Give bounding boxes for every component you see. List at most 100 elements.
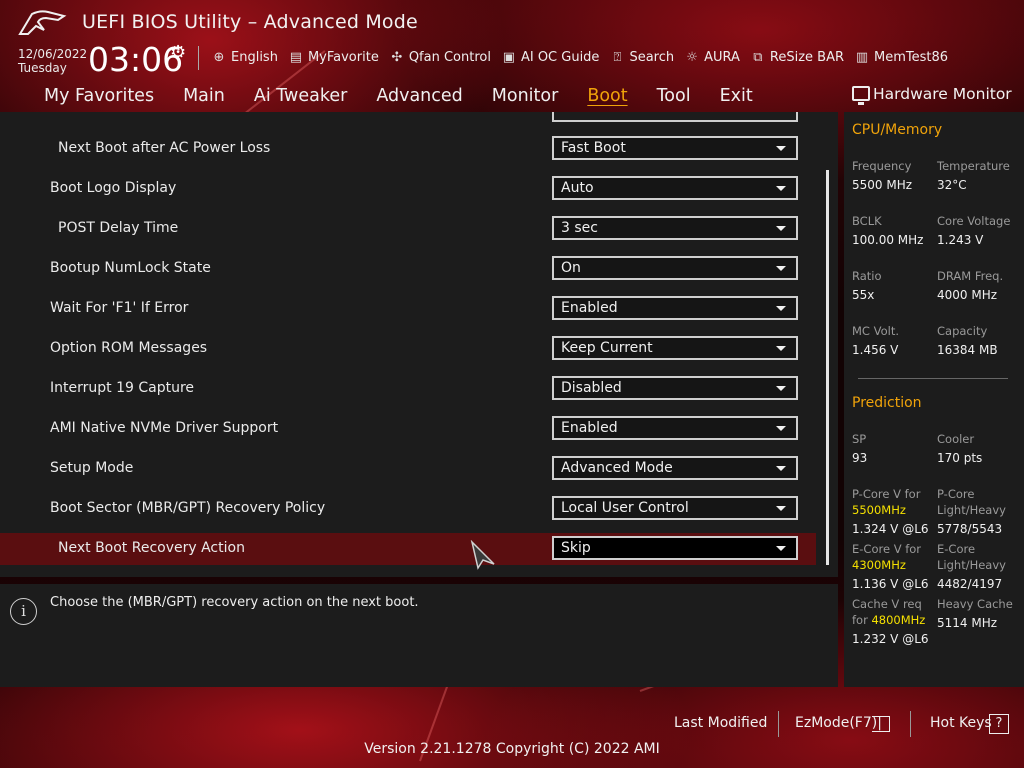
setting-dropdown[interactable]: Fast Boot [552, 136, 798, 160]
dram-freq-label: DRAM Freq. [937, 269, 1004, 283]
help-text: Choose the (MBR/GPT) recovery action on … [50, 595, 419, 610]
setting-dropdown[interactable]: Enabled [552, 296, 798, 320]
tool-memtest86[interactable]: ▥ MemTest86 [853, 46, 948, 68]
ratio-label: Ratio [852, 269, 882, 283]
ecore-lh-label-2: Light/Heavy [937, 558, 1006, 572]
setting-row[interactable]: Next Boot after AC Power Loss Fast Boot [0, 133, 816, 165]
tab-boot[interactable]: Boot [587, 82, 627, 112]
dropdown-value: Enabled [561, 420, 618, 436]
ecore-v-label: E-Core V for [852, 542, 922, 556]
setting-dropdown[interactable]: Keep Current [552, 336, 798, 360]
setting-dropdown[interactable]: Auto [552, 176, 798, 200]
dropdown-value: Auto [561, 180, 594, 196]
tool-resize-bar[interactable]: ⧉ ReSize BAR [749, 46, 844, 68]
pcore-v-value: 1.324 V @L6 [852, 522, 929, 536]
scrollbar[interactable] [826, 170, 829, 565]
gear-icon[interactable]: ⚙ [170, 42, 186, 63]
cache-v-value: 1.232 V @L6 [852, 632, 929, 646]
cache-v-for-text: for [852, 613, 868, 627]
partial-dropdown[interactable] [552, 112, 798, 122]
core-voltage-label: Core Voltage [937, 214, 1011, 228]
tab-main[interactable]: Main [183, 82, 225, 112]
tab-ai-tweaker[interactable]: Ai Tweaker [254, 82, 347, 112]
rog-logo-icon [18, 10, 67, 35]
question-icon: ⍰ [613, 49, 622, 65]
ai-chip-icon: ▣ [502, 49, 516, 65]
exit-arrow-icon[interactable] [872, 716, 890, 732]
ezmode-button[interactable]: EzMode(F7)| [795, 715, 882, 731]
setting-label: Next Boot after AC Power Loss [58, 140, 271, 156]
dropdown-value: Fast Boot [561, 140, 626, 156]
tab-advanced[interactable]: Advanced [376, 82, 462, 112]
setting-row[interactable]: Boot Logo Display Auto [0, 173, 816, 205]
tab-monitor[interactable]: Monitor [492, 82, 559, 112]
setting-row[interactable]: AMI Native NVMe Driver Support Enabled [0, 413, 816, 445]
dropdown-value: Enabled [561, 300, 618, 316]
capacity-label: Capacity [937, 324, 988, 338]
setting-row[interactable]: Wait For 'F1' If Error Enabled [0, 293, 816, 325]
frequency-label: Frequency [852, 159, 912, 173]
tab-tool[interactable]: Tool [657, 82, 691, 112]
setting-label: Setup Mode [50, 460, 134, 476]
setting-label: Boot Sector (MBR/GPT) Recovery Policy [50, 500, 326, 516]
dropdown-arrow-icon [776, 306, 786, 311]
setting-row[interactable]: Interrupt 19 Capture Disabled [0, 373, 816, 405]
setting-row[interactable]: Option ROM Messages Keep Current [0, 333, 816, 365]
pcore-lh-label-2: Light/Heavy [937, 503, 1006, 517]
setting-row[interactable]: Setup Mode Advanced Mode [0, 453, 816, 485]
hardware-monitor-panel: CPU/Memory Frequency 5500 MHz Temperatur… [844, 112, 1024, 687]
question-icon[interactable]: ? [989, 714, 1009, 734]
bclk-value: 100.00 MHz [852, 233, 924, 247]
heavy-cache-value: 5114 MHz [937, 616, 998, 630]
bclk-label: BCLK [852, 214, 882, 228]
info-icon: i [10, 598, 37, 625]
dropdown-arrow-icon [776, 146, 786, 151]
pcore-lh-label: P-Core [937, 487, 975, 501]
sp-value: 93 [852, 451, 868, 465]
setting-dropdown[interactable]: Disabled [552, 376, 798, 400]
dropdown-value: Keep Current [561, 340, 653, 356]
cache-v-label-2: for 4800MHz [852, 612, 925, 628]
tool-ai-oc-guide[interactable]: ▣ AI OC Guide [500, 46, 600, 68]
tool-myfavorite[interactable]: ▤ MyFavorite [287, 46, 379, 68]
day-text: Tuesday [18, 61, 67, 75]
hardware-monitor-header: Hardware Monitor [844, 82, 1024, 112]
cache-v-freq: 4800MHz [871, 613, 926, 627]
tool-label: Search [629, 49, 675, 65]
setting-row-selected[interactable]: Next Boot Recovery Action Skip [0, 533, 816, 565]
setting-dropdown[interactable]: On [552, 256, 798, 280]
setting-row[interactable]: Bootup NumLock State On [0, 253, 816, 285]
tab-my-favorites[interactable]: My Favorites [44, 82, 154, 112]
monitor-icon [852, 86, 870, 105]
tool-aura[interactable]: ☼ AURA [683, 46, 740, 68]
mc-volt-value: 1.456 V [852, 343, 899, 357]
dropdown-value: Advanced Mode [561, 460, 673, 476]
core-voltage-value: 1.243 V [937, 233, 984, 247]
last-modified-button[interactable]: Last Modified [674, 715, 767, 731]
divider [778, 711, 779, 737]
tool-search[interactable]: ⍰ Search [608, 46, 675, 68]
dropdown-arrow-icon [776, 266, 786, 271]
tab-exit[interactable]: Exit [720, 82, 753, 112]
setting-dropdown[interactable]: Skip [552, 536, 798, 560]
dropdown-arrow-icon [776, 546, 786, 551]
tool-english[interactable]: ⊕ English [210, 46, 278, 68]
setting-dropdown[interactable]: Advanced Mode [552, 456, 798, 480]
setting-label: Next Boot Recovery Action [58, 540, 245, 556]
setting-label: AMI Native NVMe Driver Support [50, 420, 279, 436]
setting-row[interactable]: POST Delay Time 3 sec [0, 213, 816, 245]
setting-dropdown[interactable]: Enabled [552, 416, 798, 440]
ecore-lh-value: 4482/4197 [937, 577, 1003, 591]
help-panel: i Choose the (MBR/GPT) recovery action o… [0, 584, 838, 687]
setting-dropdown[interactable]: Local User Control [552, 496, 798, 520]
heavy-cache-label: Heavy Cache [937, 597, 1013, 611]
hot-keys-button[interactable]: Hot Keys [930, 715, 992, 731]
setting-row[interactable]: Boot Sector (MBR/GPT) Recovery Policy Lo… [0, 493, 816, 525]
setting-dropdown[interactable]: 3 sec [552, 216, 798, 240]
hardware-monitor-title: Hardware Monitor [873, 85, 1012, 103]
ecore-lh-label: E-Core [937, 542, 976, 556]
section-prediction: Prediction [852, 395, 922, 411]
tool-qfan-control[interactable]: ✣ Qfan Control [388, 46, 491, 68]
dropdown-value: Disabled [561, 380, 622, 396]
setting-label: Interrupt 19 Capture [50, 380, 194, 396]
